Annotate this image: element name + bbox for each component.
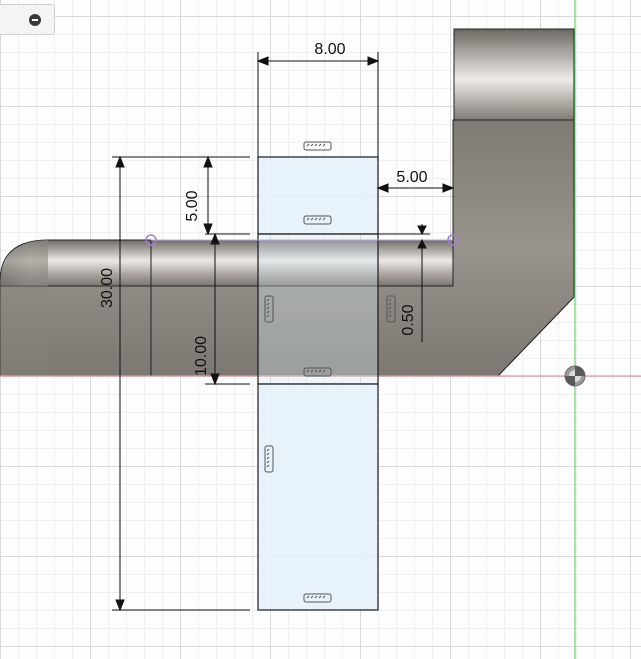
dimension-gap-small[interactable]: 0.50 (400, 304, 417, 335)
dimension-width-top[interactable]: 8.00 (314, 41, 345, 58)
dimension-total-height[interactable]: 30.00 (99, 268, 116, 308)
dimension-height-top[interactable]: 5.00 (184, 190, 201, 221)
origin-icon[interactable] (564, 365, 586, 387)
dimension-middle-height[interactable]: 10.00 (193, 336, 210, 376)
design-canvas[interactable]: 8.00 5.00 5.00 30.00 10.00 0.50 (0, 0, 641, 659)
minus-circle-icon[interactable] (29, 14, 41, 26)
sketch-scene[interactable]: 8.00 5.00 5.00 30.00 10.00 0.50 (0, 0, 641, 659)
sketch-profile[interactable] (257, 156, 379, 611)
browser-panel-header (0, 4, 55, 35)
dimension-offset-right[interactable]: 5.00 (396, 169, 427, 186)
horizontal-constraint-icon (303, 141, 332, 151)
